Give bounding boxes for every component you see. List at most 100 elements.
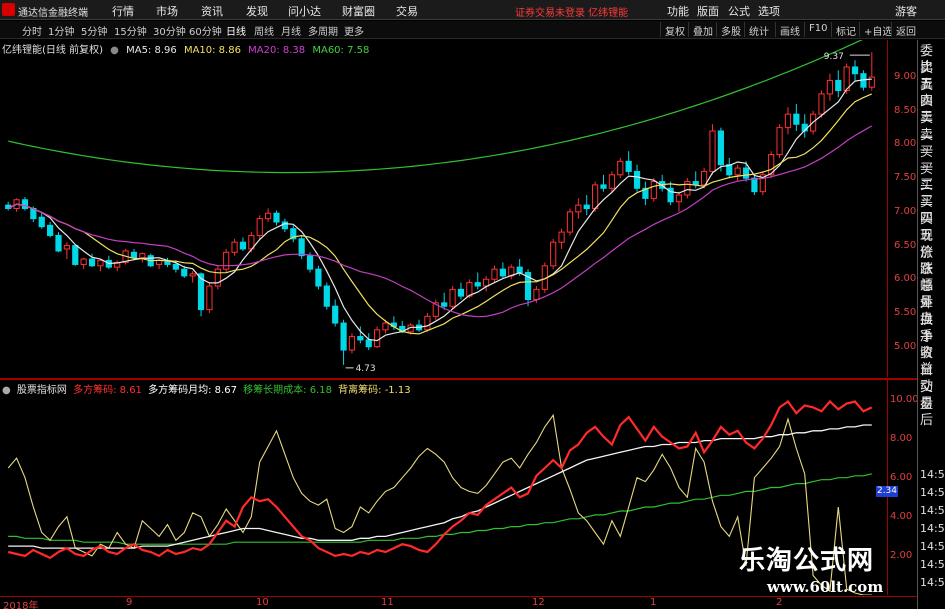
price-tick: 7.50	[894, 172, 917, 184]
trade-time: 14:56	[920, 486, 945, 499]
price-tick: 5.50	[894, 306, 917, 318]
menu-layout[interactable]: 版面	[697, 3, 719, 19]
candle-body	[784, 113, 792, 129]
menu-market[interactable]: 市场	[156, 3, 178, 19]
side-label[interactable]: 盘后	[920, 397, 945, 429]
period-30min[interactable]: 30分钟	[153, 23, 186, 38]
period-15min[interactable]: 15分钟	[114, 23, 147, 38]
menu-discover[interactable]: 发现	[246, 3, 268, 19]
candle-body	[72, 245, 79, 265]
stock-title[interactable]: 亿纬锂能(日线 前复权)	[2, 45, 103, 56]
period-5min[interactable]: 5分钟	[81, 23, 107, 38]
login-notice[interactable]: 证券交易未登录 亿纬锂能	[515, 4, 628, 19]
divergence-label: 背离筹码: -1.13	[338, 385, 411, 396]
candle-body	[734, 167, 741, 176]
candle-body	[374, 329, 381, 348]
indicator-tick: 6.00	[890, 471, 913, 483]
candle-body	[868, 76, 875, 88]
candle-body	[47, 224, 54, 236]
candle-body	[273, 212, 280, 223]
overlay-button[interactable]: 叠加	[688, 22, 717, 38]
candle-body	[206, 285, 213, 311]
menu-wealth-circle[interactable]: 财富圈	[342, 3, 375, 19]
mark-button[interactable]: 标记	[831, 22, 860, 38]
candle-body	[239, 241, 247, 250]
menu-quotes[interactable]: 行情	[112, 3, 134, 19]
period-multi[interactable]: 多周期	[308, 23, 338, 38]
indicator-toggle-icon[interactable]: ●	[2, 385, 11, 396]
candle-body	[315, 268, 322, 287]
candle-body	[533, 288, 540, 300]
indicator-name[interactable]: 股票指标网	[17, 385, 67, 396]
period-more[interactable]: 更多	[344, 23, 364, 38]
adjust-button[interactable]: 复权	[660, 22, 689, 38]
candle-body	[97, 259, 104, 267]
candle-body	[80, 258, 87, 265]
period-daily[interactable]: 日线	[226, 23, 246, 38]
candle-body	[566, 211, 574, 233]
date-tick: 9	[126, 597, 133, 608]
menu-formula[interactable]: 公式	[728, 3, 750, 19]
candle-body	[306, 255, 314, 270]
menu-function[interactable]: 功能	[667, 3, 689, 19]
trade-time: 14:56	[920, 558, 945, 571]
candle-body	[449, 288, 456, 307]
candle-body	[793, 113, 800, 125]
candle-body	[181, 268, 188, 277]
current-value-badge: 2.34	[876, 486, 898, 497]
app-title: 通达信金融终端	[18, 8, 88, 19]
bull-chip-ma-line	[8, 424, 872, 549]
back-button[interactable]: 返回	[891, 22, 920, 38]
candle-body	[851, 66, 859, 75]
high-price-label: 9.37	[824, 52, 844, 62]
menu-bar: 通达信金融终端 行情 市场 资讯 发现 问小达 财富圈 交易 证券交易未登录 亿…	[0, 0, 945, 20]
candle-body	[675, 194, 683, 203]
candle-body	[63, 245, 70, 250]
candle-body	[281, 221, 288, 230]
candle-body	[776, 127, 783, 156]
menu-options[interactable]: 选项	[758, 3, 780, 19]
draw-line-button[interactable]: 画线	[775, 22, 804, 38]
price-tick: 9.00	[894, 71, 917, 83]
long-cost-line	[8, 473, 872, 545]
menu-trade[interactable]: 交易	[396, 3, 418, 19]
candle-body	[382, 322, 389, 331]
trade-time: 14:56	[920, 522, 945, 535]
low-price-label: 4.73	[356, 364, 376, 374]
candle-body	[742, 167, 750, 179]
toolbar: 分时 1分钟 5分钟 15分钟 30分钟 60分钟 日线 周线 月线 多周期 更…	[0, 21, 945, 39]
period-timeshare[interactable]: 分时	[22, 23, 42, 38]
candle-body	[332, 305, 339, 324]
candle-body	[633, 170, 641, 189]
period-1min[interactable]: 1分钟	[48, 23, 74, 38]
candlestick-chart[interactable]: 9.37 4.73	[0, 40, 887, 377]
candle-body	[499, 268, 506, 277]
ma5-label: MA5: 8.96	[126, 45, 177, 56]
date-tick: 12	[532, 597, 545, 608]
guest-label[interactable]: 游客	[895, 3, 917, 19]
ma10-line	[7, 93, 873, 335]
candle-body	[709, 130, 716, 172]
candle-body	[55, 234, 62, 252]
candle-body	[826, 79, 833, 95]
candle-body	[21, 199, 29, 210]
price-axis: 9.00 8.50 8.00 7.50 7.00 6.50 6.00 5.50 5.00	[887, 40, 917, 377]
period-60min[interactable]: 60分钟	[189, 23, 222, 38]
candle-body	[818, 93, 825, 115]
settings-dot-icon[interactable]: ●	[110, 45, 119, 56]
trade-time: 14:56	[920, 540, 945, 553]
trade-time: 14:56	[920, 504, 945, 517]
period-weekly[interactable]: 周线	[254, 23, 274, 38]
candle-body	[483, 278, 490, 287]
app-logo-icon	[2, 3, 15, 16]
menu-news[interactable]: 资讯	[201, 3, 223, 19]
statistics-button[interactable]: 统计	[744, 22, 773, 38]
multi-stock-button[interactable]: 多股	[716, 22, 745, 38]
period-monthly[interactable]: 月线	[281, 23, 301, 38]
candle-body	[323, 285, 330, 307]
candle-body	[223, 251, 230, 270]
candle-body	[575, 204, 582, 213]
f10-button[interactable]: F10	[804, 22, 831, 37]
trade-time: 14:56	[920, 576, 945, 589]
menu-ask[interactable]: 问小达	[288, 3, 321, 19]
